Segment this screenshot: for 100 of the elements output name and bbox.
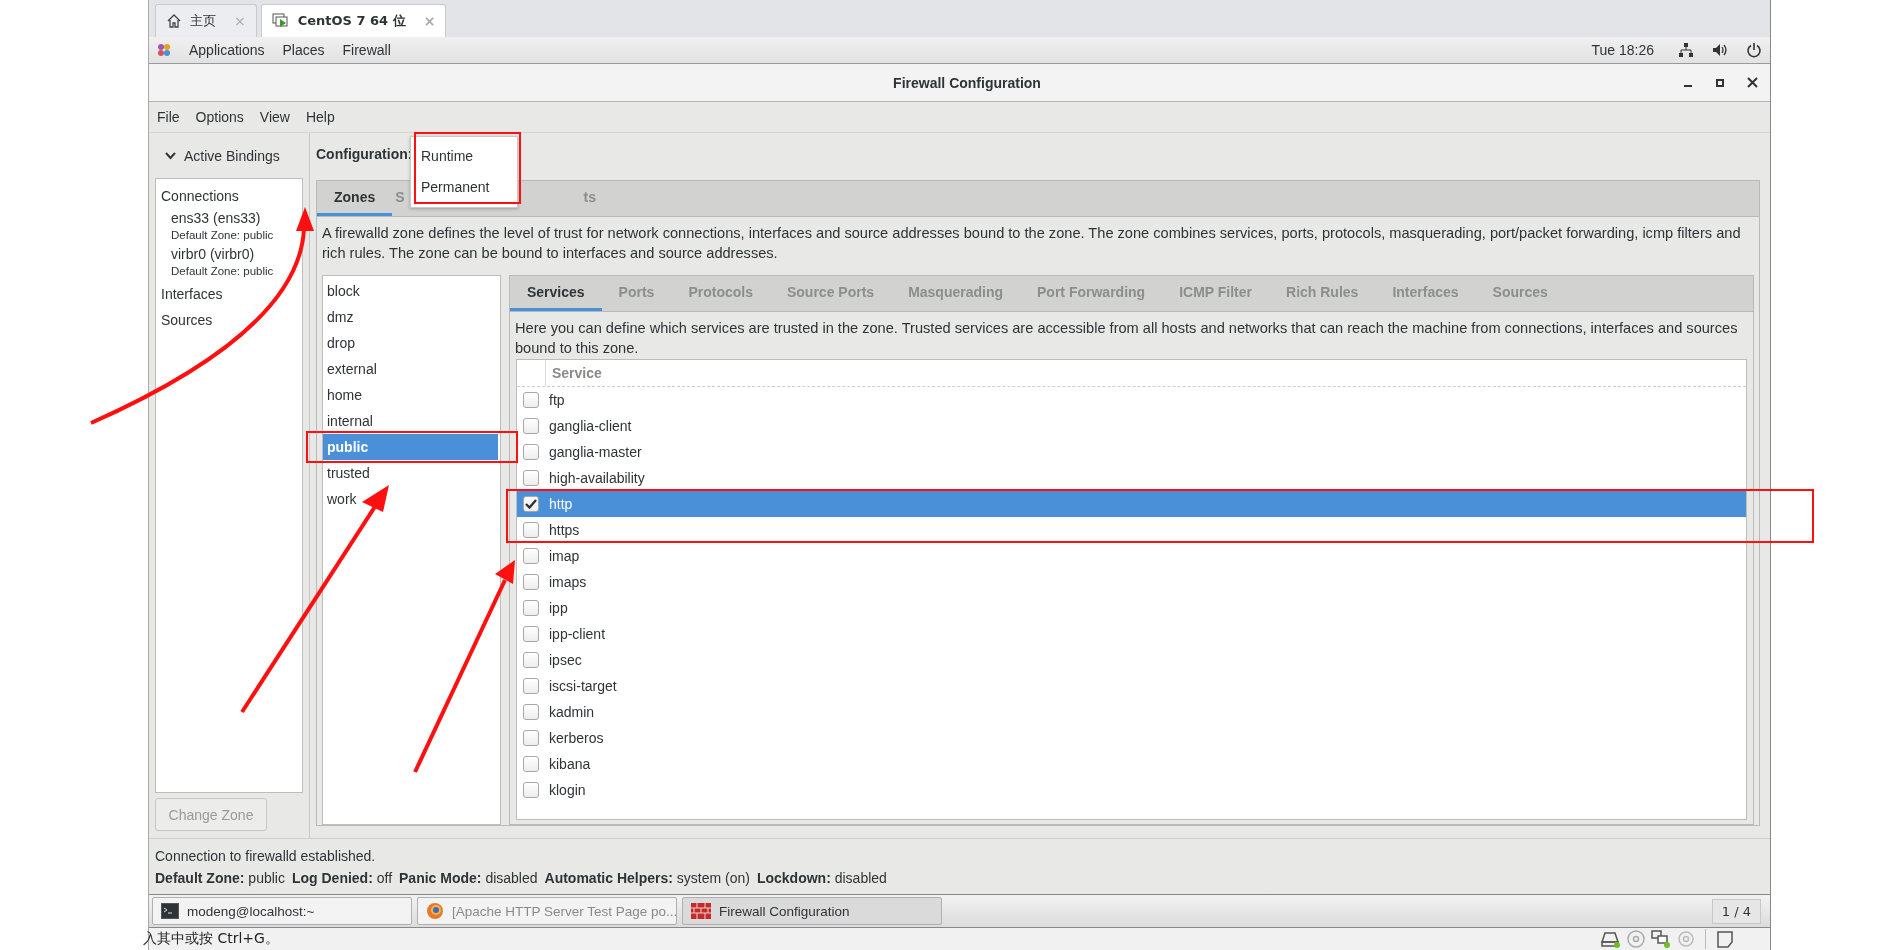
service-row[interactable]: ftp [517, 387, 1746, 413]
checkbox[interactable] [523, 392, 539, 408]
power-icon[interactable] [1746, 42, 1762, 58]
service-name: ganglia-client [549, 418, 632, 434]
menu-option[interactable]: Permanent [411, 172, 517, 203]
taskbar-button[interactable]: modeng@localhost:~ [152, 897, 412, 925]
service-row[interactable]: https [517, 517, 1746, 543]
top-menu[interactable]: Applications [189, 42, 265, 58]
checkbox[interactable] [523, 782, 539, 798]
column-header[interactable]: Service [546, 365, 602, 381]
message-icon[interactable] [1716, 929, 1736, 949]
service-name: ipp [549, 600, 568, 616]
checkbox[interactable] [523, 730, 539, 746]
service-name: ipp-client [549, 626, 606, 642]
zone-description: A firewalld zone defines the level of trust for network connections, interfaces and source addresses bound to the zone. The zone combines services, ports, protocols, masquerading, port/packet forwarding, icmp filters and rich rules. The zone can be bound to interfaces and source addresses. [321, 224, 1742, 263]
top-menu[interactable]: Places [282, 42, 325, 58]
menu-option[interactable]: Runtime [411, 141, 517, 172]
zone-item[interactable]: home [323, 382, 498, 408]
service-row[interactable]: kadmin [517, 699, 1746, 725]
menu-item[interactable]: Help [305, 109, 335, 125]
connection-name[interactable]: virbr0 (virbr0) [171, 245, 297, 263]
service-row[interactable]: high-availability [517, 465, 1746, 491]
connection-name[interactable]: ens33 (ens33) [171, 209, 297, 227]
vm-tab[interactable]: CentOS 7 64 位 × [260, 4, 447, 37]
service-row[interactable]: klogin [517, 777, 1746, 803]
close-icon[interactable] [1747, 77, 1758, 88]
zone-item[interactable]: dmz [323, 304, 498, 330]
checkbox[interactable] [523, 600, 539, 616]
checkbox[interactable] [523, 418, 539, 434]
bindings-section[interactable]: Connections [161, 183, 297, 209]
top-menu[interactable]: Firewall [342, 42, 391, 58]
vm-tab[interactable]: 主页 × [155, 4, 257, 37]
zone-item[interactable]: block [323, 278, 498, 304]
connection-zone: Default Zone: public [171, 228, 275, 243]
status-message: Connection to firewalld established. [155, 847, 377, 864]
checkbox[interactable] [523, 470, 539, 486]
service-name: imaps [549, 574, 587, 590]
taskbar-button[interactable]: Firewall Configuration [682, 897, 942, 925]
vm-hint: 入其中或按 Ctrl+G。 [143, 930, 279, 948]
service-row[interactable]: ipsec [517, 647, 1746, 673]
disc-icon[interactable] [1627, 930, 1645, 948]
network-icon[interactable] [1678, 42, 1694, 58]
service-name: https [549, 522, 580, 538]
checkbox[interactable] [523, 678, 539, 694]
terminal-icon [161, 903, 179, 919]
service-row[interactable]: imaps [517, 569, 1746, 595]
menu-item[interactable]: Options [195, 109, 244, 125]
status-item: Log Denied: off [291, 869, 393, 886]
checkbox[interactable] [523, 496, 539, 512]
checkbox[interactable] [523, 756, 539, 772]
checkbox[interactable] [523, 626, 539, 642]
service-row[interactable]: kibana [517, 751, 1746, 777]
service-row[interactable]: ganglia-master [517, 439, 1746, 465]
service-row[interactable]: kerberos [517, 725, 1746, 751]
vm-icon [271, 13, 290, 29]
service-name: ganglia-master [549, 444, 642, 460]
status-item: Default Zone: public [155, 869, 285, 886]
hard-disk-icon[interactable] [1601, 930, 1621, 948]
bindings-section[interactable]: Sources [161, 307, 297, 333]
service-row[interactable]: imap [517, 543, 1746, 569]
window-title: Firewall Configuration [892, 74, 1042, 91]
service-row[interactable]: iscsi-target [517, 673, 1746, 699]
menu-item[interactable]: File [157, 109, 180, 125]
service-name: ipsec [549, 652, 582, 668]
service-name: imap [549, 548, 580, 564]
zone-item[interactable]: work [323, 486, 498, 512]
volume-icon[interactable] [1712, 42, 1728, 58]
zone-item[interactable]: drop [323, 330, 498, 356]
clock[interactable]: Tue 18:26 [1591, 42, 1654, 58]
checkbox[interactable] [523, 444, 539, 460]
network-adapter-icon[interactable] [1651, 930, 1671, 948]
service-row[interactable]: ipp [517, 595, 1746, 621]
disc-icon[interactable] [1677, 930, 1695, 948]
checkbox[interactable] [523, 548, 539, 564]
tab[interactable]: Services [510, 276, 602, 311]
menu-item[interactable]: View [259, 109, 290, 125]
checkbox[interactable] [523, 652, 539, 668]
service-name: high-availability [549, 470, 645, 486]
status-item: Panic Mode: disabled [399, 869, 538, 886]
globe-icon [426, 902, 444, 920]
checkbox[interactable] [523, 522, 539, 538]
active-bindings-toggle[interactable]: Active Bindings [155, 133, 303, 178]
services-description: Here you can define which services are trusted in the zone. Trusted services are accessible from all hosts and networks that can reach the machine from connections, interfaces and sources bound to this zone. [514, 319, 1739, 358]
chevron-icon [165, 151, 176, 160]
tab[interactable]: Zones [317, 181, 393, 216]
workspace-pager[interactable]: 1 / 4 [1711, 898, 1761, 924]
service-name: iscsi-target [549, 678, 617, 694]
zone-item[interactable]: internal [323, 408, 498, 434]
home-icon [166, 13, 182, 29]
service-row[interactable]: ipp-client [517, 621, 1746, 647]
zone-item[interactable]: external [323, 356, 498, 382]
configuration-label: Configuration: [316, 146, 413, 162]
service-name: http [549, 496, 573, 512]
checkbox[interactable] [523, 704, 539, 720]
bindings-section[interactable]: Interfaces [161, 281, 297, 307]
zone-item[interactable]: trusted [323, 460, 498, 486]
service-row[interactable]: ganglia-client [517, 413, 1746, 439]
maximize-icon[interactable] [1715, 77, 1725, 88]
checkbox[interactable] [523, 574, 539, 590]
status-item: Automatic Helpers: system (on) [544, 869, 750, 886]
